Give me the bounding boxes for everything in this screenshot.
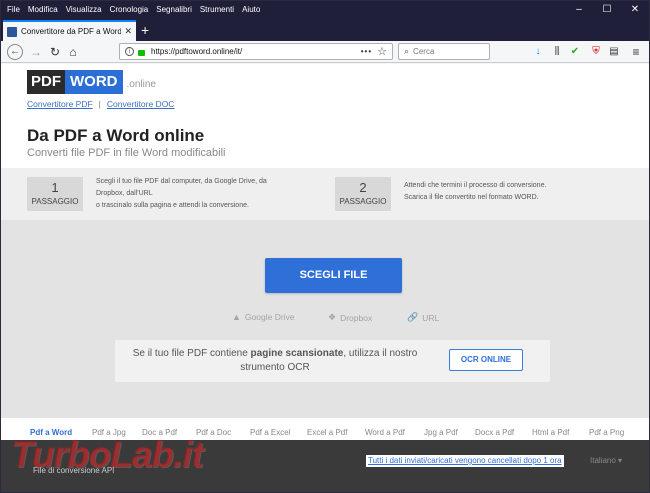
- tab-active[interactable]: Convertitore da PDF a Word o ✕: [3, 20, 136, 41]
- link-convertitore-pdf[interactable]: Convertitore PDF: [27, 99, 93, 109]
- link-convertitore-doc[interactable]: Convertitore DOC: [107, 99, 175, 109]
- footer-link[interactable]: Docx a Pdf: [475, 428, 514, 437]
- nav-toolbar: ← → ↻ ⌂ i https://pdftoword.online/it/ •…: [1, 41, 649, 63]
- footer-link[interactable]: Word a Pdf: [365, 428, 405, 437]
- url-text[interactable]: https://pdftoword.online/it/: [151, 47, 242, 56]
- download-icon[interactable]: ↓: [531, 45, 545, 59]
- footer-link[interactable]: Pdf a Word: [30, 428, 72, 437]
- maximize-button[interactable]: ☐: [593, 1, 621, 19]
- reload-icon[interactable]: ↻: [47, 44, 63, 60]
- step-2-line: Scarica il file convertito nel formato W…: [404, 194, 539, 201]
- check-icon[interactable]: ✔: [568, 45, 582, 59]
- step-1-line: Scegli il tuo file PDF dal computer, da …: [96, 178, 267, 185]
- data-deletion-notice: Tutti i dati inviati/caricati vengono ca…: [366, 455, 564, 467]
- search-placeholder: Cerca: [413, 47, 435, 56]
- back-arrow-icon[interactable]: ←: [7, 44, 23, 60]
- favicon-icon: [7, 26, 17, 37]
- footer-link[interactable]: Html a Pdf: [532, 428, 569, 437]
- url-bar[interactable]: i https://pdftoword.online/it/ ••• ☆: [119, 43, 393, 60]
- page-title: Da PDF a Word online: [27, 126, 205, 145]
- source-label: Google Drive: [244, 312, 295, 322]
- google-drive-icon: ▲: [232, 312, 241, 322]
- ocr-text: Se il tuo file PDF contiene pagine scans…: [127, 347, 423, 375]
- tab-title: Convertitore da PDF a Word o: [21, 27, 122, 36]
- info-icon[interactable]: i: [125, 47, 134, 56]
- ocr-online-button[interactable]: OCR ONLINE: [449, 349, 523, 371]
- source-label: URL: [422, 312, 440, 323]
- browser-window: File Modifica Visualizza Cronologia Segn…: [0, 0, 650, 493]
- footer-link[interactable]: Pdf a Excel: [250, 428, 290, 437]
- bookmark-star-icon[interactable]: ☆: [377, 45, 387, 58]
- step-1-box: 1 PASSAGGIO: [27, 177, 83, 211]
- step-1-text: Scegli il tuo file PDF dal computer, da …: [96, 176, 267, 212]
- footer-link[interactable]: Jpg a Pdf: [424, 428, 458, 437]
- menu-file[interactable]: File: [1, 1, 24, 19]
- menu-visualizza[interactable]: Visualizza: [62, 1, 106, 19]
- minimize-button[interactable]: –: [565, 1, 593, 19]
- site-logo[interactable]: PDF WORD .online: [27, 70, 156, 94]
- footer-link[interactable]: Doc a Pdf: [142, 428, 177, 437]
- ocr-text-bold: pagine scansionate: [250, 348, 344, 359]
- logo-online: .online: [126, 79, 156, 90]
- step-1-line: Dropbox, dall'URL: [96, 190, 153, 197]
- source-google-drive[interactable]: ▲ Google Drive: [232, 312, 295, 322]
- language-selector[interactable]: Italiano ▾: [590, 456, 622, 465]
- step-2-box: 2 PASSAGGIO: [335, 177, 391, 211]
- logo-pdf: PDF: [27, 70, 65, 94]
- logo-word: WORD: [65, 70, 123, 94]
- menu-cronologia[interactable]: Cronologia: [106, 1, 153, 19]
- page-footer: File di conversione API Tutti i dati inv…: [1, 440, 649, 492]
- search-icon: ⌕: [404, 46, 410, 56]
- steps-section: 1 PASSAGGIO Scegli il tuo file PDF dal c…: [1, 168, 649, 220]
- sidebar-icon[interactable]: ▤: [607, 45, 621, 59]
- upload-area[interactable]: SCEGLI FILE ▲ Google Drive ❖ Dropbox 🔗 U…: [1, 220, 649, 418]
- menu-segnalibri[interactable]: Segnalibri: [152, 1, 196, 19]
- page-content: PDF WORD .online Convertitore PDF | Conver…: [1, 64, 649, 492]
- step-2-line: Attendi che termini il processo di conve…: [404, 182, 547, 189]
- step-number: 1: [51, 180, 59, 195]
- api-link[interactable]: File di conversione API: [33, 466, 114, 475]
- menu-bar: File Modifica Visualizza Cronologia Segn…: [1, 1, 649, 19]
- footer-link[interactable]: Pdf a Png: [589, 428, 624, 437]
- choose-file-button[interactable]: SCEGLI FILE: [265, 258, 402, 293]
- link-separator: |: [98, 99, 101, 109]
- menu-aiuto[interactable]: Aiuto: [238, 1, 264, 19]
- step-label: PASSAGGIO: [31, 197, 79, 206]
- top-links: Convertitore PDF | Convertitore DOC: [27, 99, 174, 109]
- tab-strip: Convertitore da PDF a Word o ✕ +: [1, 19, 649, 41]
- window-controls: – ☐ ✕: [565, 1, 649, 19]
- footer-link[interactable]: Excel a Pdf: [307, 428, 347, 437]
- ocr-text-pre: Se il tuo file PDF contiene: [132, 348, 251, 359]
- step-1-line: o trascinalo sulla pagina e attendi la c…: [96, 202, 249, 209]
- menu-modifica[interactable]: Modifica: [24, 1, 62, 19]
- menu-strumenti[interactable]: Strumenti: [196, 1, 238, 19]
- shield-icon[interactable]: ⛨: [589, 45, 603, 59]
- hamburger-menu-icon[interactable]: ≡: [629, 45, 643, 59]
- page-actions-icon[interactable]: •••: [361, 47, 372, 56]
- ocr-box: Se il tuo file PDF contiene pagine scans…: [115, 340, 550, 382]
- close-window-button[interactable]: ✕: [621, 1, 649, 19]
- footer-link[interactable]: Pdf a Jpg: [92, 428, 126, 437]
- lock-icon: [138, 49, 145, 56]
- home-icon[interactable]: ⌂: [65, 44, 81, 60]
- source-label: Dropbox: [340, 312, 373, 323]
- tab-close-icon[interactable]: ✕: [124, 26, 132, 37]
- forward-arrow-icon[interactable]: →: [28, 44, 44, 60]
- step-label: PASSAGGIO: [339, 197, 387, 206]
- source-dropbox[interactable]: ❖ Dropbox: [328, 312, 372, 323]
- step-2-text: Attendi che termini il processo di conve…: [404, 180, 546, 204]
- dropbox-icon: ❖: [328, 312, 337, 322]
- page-subtitle: Converti file PDF in file Word modificab…: [27, 147, 226, 159]
- link-icon: 🔗: [407, 312, 419, 322]
- footer-link[interactable]: Pdf a Doc: [196, 428, 231, 437]
- footer-links: Pdf a Word Pdf a Jpg Doc a Pdf Pdf a Doc…: [1, 418, 649, 440]
- source-url[interactable]: 🔗 URL: [407, 312, 439, 323]
- step-number: 2: [359, 180, 367, 195]
- library-icon[interactable]: ⫼: [550, 45, 564, 59]
- new-tab-button[interactable]: +: [141, 22, 149, 38]
- search-input[interactable]: ⌕ Cerca: [398, 43, 490, 60]
